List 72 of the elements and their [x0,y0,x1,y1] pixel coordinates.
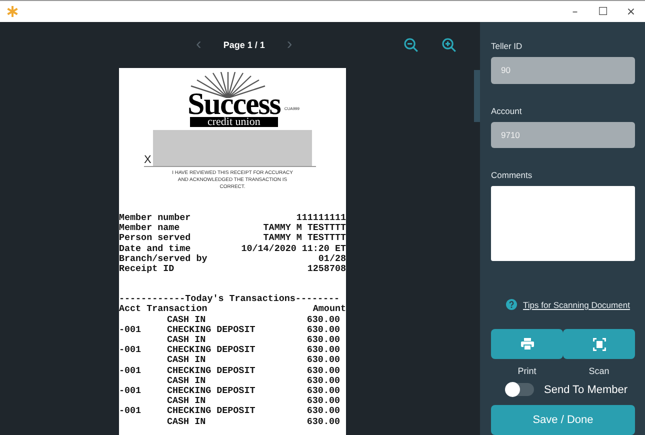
send-to-member-toggle[interactable] [506,383,534,396]
window-control-button[interactable]: – [561,5,589,18]
page-indicator: Page 1 / 1 [223,40,265,50]
logo-wordmark: Success [187,90,280,117]
transaction-cell-text: CASH IN [166,416,207,427]
amount-cell-text: 630.00 [306,324,341,336]
scrollbar-thumb[interactable] [474,70,480,122]
asterisk-icon [7,6,18,17]
column-header: Acct Transaction [119,304,208,315]
amount-cell-text: 630.00 [306,376,341,386]
previous-page-button[interactable]: ‹ [196,36,202,54]
tips-link[interactable]: Tips for Scanning Document [523,300,630,310]
info-label: Date and time [119,244,191,254]
field-label: Teller ID [491,41,524,51]
transaction-cell-text: CASH IN [166,314,207,325]
transactions-heading: ------------Today's Transactions-------- [119,294,341,304]
info-value: 111111111 [296,213,346,224]
window-control-button[interactable]: × [617,5,645,18]
save-done-button[interactable]: Save / Done [491,405,635,435]
account-cell: -001 [119,364,142,376]
button-caption: Scan [588,366,610,376]
transaction-cell-text: CASH IN [166,396,207,406]
transaction-cell-text: CASH IN [166,335,207,346]
amount-cell-text: 630.00 [306,355,341,366]
transaction-cell-text: CHECKING DEPOSIT [166,366,256,376]
signature-mark: X [144,155,152,166]
zoom-in-icon[interactable] [442,38,456,52]
amount-cell-text: 630.00 [306,406,341,417]
comments-field[interactable] [491,186,635,262]
info-value: 1258708 [307,264,346,274]
info-value: TAMMY M TESTTTT [263,233,346,244]
info-value: TAMMY M TESTTTT [263,223,346,234]
account-cell: -001 [119,385,142,396]
amount-cell-text: 630.00 [306,366,341,376]
info-label: Receipt ID [119,264,174,274]
info-label: Branch/served by [119,254,208,264]
print-button[interactable] [491,329,563,360]
scan-icon [592,338,606,351]
field-label: Account [491,106,523,116]
info-value: 01/28 [318,254,346,264]
account-field[interactable]: 9710 [491,122,635,148]
zoom-out-icon[interactable] [404,38,418,52]
next-page-button[interactable]: › [286,36,292,54]
logo-subtitle: credit union [190,117,278,127]
info-label: Member name [119,223,180,234]
transaction-cell-text: CHECKING DEPOSIT [166,345,256,356]
amount-cell-text: 630.00 [306,386,341,396]
info-value: 10/14/2020 11:20 ET [241,244,346,254]
account-cell: -001 [119,324,142,335]
transaction-cell-text: CASH IN [166,376,207,386]
amount-cell-text: 630.00 [306,314,341,325]
field-label: Comments [491,170,534,180]
button-caption: Print [518,366,536,376]
toggle-label: Send To Member [544,384,628,396]
scan-button[interactable] [563,329,635,360]
column-header: Amount [312,304,346,315]
amount-cell-text: 630.00 [306,396,341,406]
amount-cell-text: 630.00 [306,345,341,356]
transaction-cell-text: CHECKING DEPOSIT [166,324,256,336]
info-label: Person served [119,233,191,244]
transaction-cell-text: CASH IN [166,355,207,366]
amount-cell-text: 630.00 [306,416,341,427]
account-cell: -001 [119,344,142,356]
amount-cell-text: 630.00 [306,335,341,346]
window-control-button[interactable]: ☐ [589,5,617,18]
transaction-cell-text: CHECKING DEPOSIT [166,386,256,396]
help-icon [506,299,517,310]
teller-id-field[interactable]: 90 [491,57,635,84]
account-cell: -001 [119,405,142,416]
printer-icon [520,338,534,350]
info-label: Member number [119,213,191,223]
transaction-cell-text: CHECKING DEPOSIT [166,406,256,417]
